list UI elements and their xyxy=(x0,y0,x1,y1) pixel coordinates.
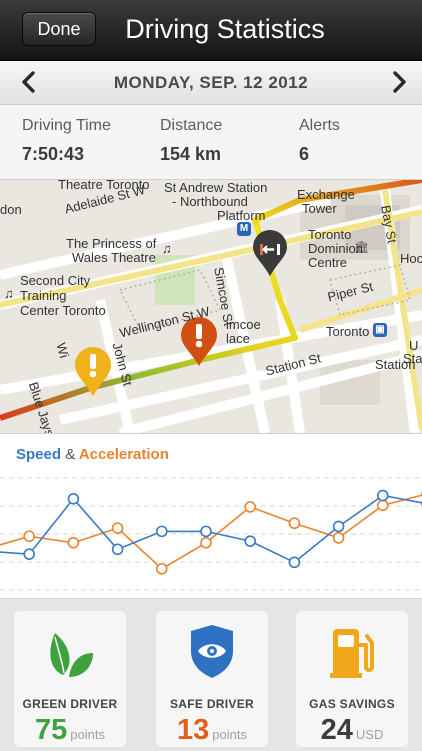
map-label: Station xyxy=(375,357,416,372)
map-label: The Princess of xyxy=(66,236,157,251)
line-chart xyxy=(0,477,422,591)
music-icon: ♫ xyxy=(162,241,172,256)
card-value: 24 USD xyxy=(296,714,408,747)
legend-speed: Speed xyxy=(16,446,62,463)
score-unit: points xyxy=(212,727,247,742)
stats-summary: Driving Time 7:50:43 Distance 154 km Ale… xyxy=(0,105,422,180)
map-label: Toronto xyxy=(308,227,352,242)
gas-savings-card[interactable]: GAS SAVINGS 24 USD xyxy=(296,611,408,747)
score-number: 75 xyxy=(35,714,68,746)
speed-acceleration-chart: Speed & Acceleration xyxy=(0,434,422,598)
train-icon: ▣ xyxy=(373,323,387,337)
stat-label: Alerts xyxy=(299,117,340,134)
stat-driving-time: Driving Time 7:50:43 xyxy=(22,117,111,165)
map-label: Wales Theatre xyxy=(72,250,156,265)
data-point-speed xyxy=(67,492,80,505)
stat-distance: Distance 154 km xyxy=(160,117,222,165)
data-point-speed xyxy=(23,548,36,560)
route-map[interactable]: M ▣ 🏛 ♫ ♫ Theatre Toronto St Andrew Stat… xyxy=(0,180,422,434)
data-point-acceleration xyxy=(376,499,389,512)
data-point-acceleration xyxy=(67,536,80,549)
map-label: Center Toronto xyxy=(20,303,106,318)
score-unit: USD xyxy=(355,727,384,742)
music-icon: ♫ xyxy=(4,286,14,301)
gas-pump-icon xyxy=(330,629,374,678)
map-label: Platform xyxy=(217,208,266,223)
data-point-speed xyxy=(288,556,301,569)
data-point-acceleration xyxy=(156,563,168,575)
map-label: St Andrew Station xyxy=(164,180,268,195)
stat-value: 7:50:43 xyxy=(22,144,85,164)
stat-value: 154 km xyxy=(160,144,222,164)
data-point-speed xyxy=(332,520,345,533)
date-navigation: MONDAY, SEP. 12 2012 xyxy=(0,61,422,105)
data-point-speed xyxy=(376,489,389,502)
leaf-icon xyxy=(50,633,93,677)
map-label: Exchange xyxy=(297,187,355,202)
score-unit: points xyxy=(70,727,105,742)
map-label: Hoo xyxy=(400,251,422,266)
data-point-speed xyxy=(244,535,256,547)
data-point-acceleration xyxy=(111,522,124,534)
card-label: GREEN DRIVER xyxy=(22,697,118,711)
stat-label: Distance xyxy=(160,117,223,134)
score-cards: GREEN DRIVER 75 points SAFE DRIVER 13 poin… xyxy=(0,598,422,751)
data-point-speed xyxy=(156,525,168,538)
map-label: Toronto xyxy=(326,324,370,339)
stat-alerts: Alerts 6 xyxy=(299,117,340,165)
stat-value: 6 xyxy=(299,144,310,164)
map-label: Second City xyxy=(20,273,91,288)
data-point-speed xyxy=(200,525,212,538)
chart-legend: Speed & Acceleration xyxy=(16,446,169,463)
green-driver-card[interactable]: GREEN DRIVER 75 points xyxy=(14,611,126,747)
card-value: 75 points xyxy=(14,714,126,747)
done-button[interactable]: Done xyxy=(22,12,96,46)
card-value: 13 points xyxy=(156,714,268,747)
card-label: GAS SAVINGS xyxy=(309,697,395,711)
map-label: don xyxy=(0,202,22,217)
start-end-marker-icon[interactable] xyxy=(250,228,290,278)
data-point-acceleration xyxy=(23,530,36,543)
map-label: Dominion xyxy=(308,241,363,256)
date-label: MONDAY, SEP. 12 2012 xyxy=(113,73,309,92)
legend-separator: & xyxy=(65,446,76,463)
stat-label: Driving Time xyxy=(22,117,111,134)
data-point-acceleration xyxy=(288,517,301,530)
score-number: 24 xyxy=(320,714,353,746)
chevron-left-icon[interactable] xyxy=(16,69,42,95)
shield-eye-icon xyxy=(191,625,233,678)
data-point-acceleration xyxy=(200,536,212,549)
chevron-right-icon[interactable] xyxy=(386,69,412,95)
warning-marker-icon[interactable] xyxy=(72,346,114,398)
data-point-speed xyxy=(111,543,124,556)
safe-driver-card[interactable]: SAFE DRIVER 13 points xyxy=(156,611,268,747)
map-label: - Northbound xyxy=(172,194,248,209)
map-label: Tower xyxy=(302,201,337,216)
page-title: Driving Statistics xyxy=(125,14,325,44)
map-label: Centre xyxy=(308,255,348,270)
map-label: imcoe xyxy=(226,317,261,332)
data-point-acceleration xyxy=(244,501,256,513)
card-label: SAFE DRIVER xyxy=(170,697,254,711)
map-label: lace xyxy=(226,331,250,346)
subway-icon: M xyxy=(237,222,251,236)
top-bar: Done Driving Statistics xyxy=(0,0,422,61)
data-point-acceleration xyxy=(332,532,345,544)
legend-acceleration: Acceleration xyxy=(78,446,169,463)
score-number: 13 xyxy=(177,714,210,746)
map-label: Training xyxy=(20,288,67,303)
